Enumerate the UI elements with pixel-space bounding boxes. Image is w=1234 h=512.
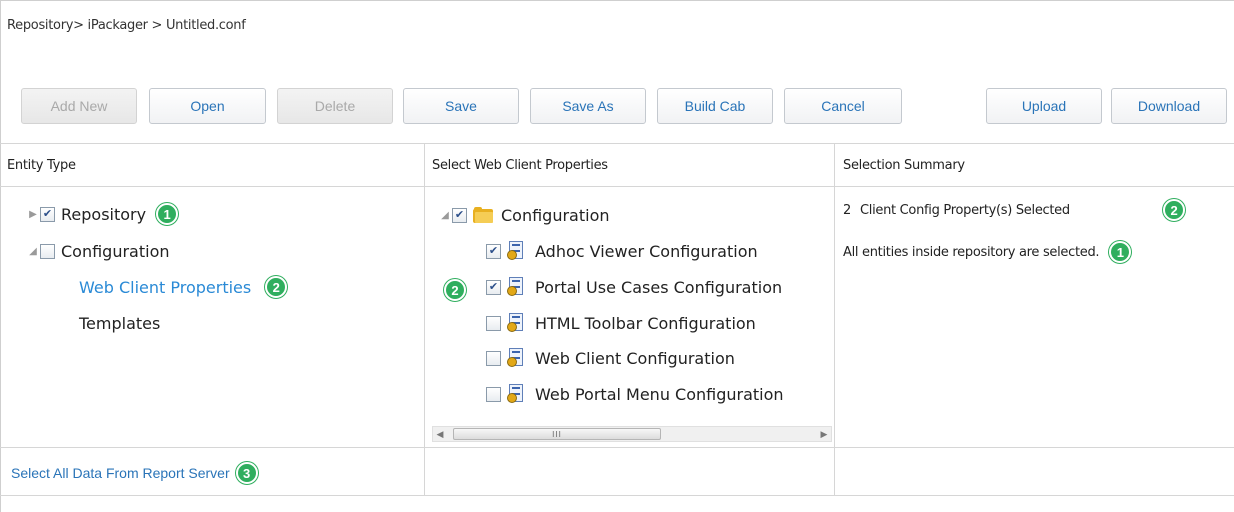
- property-label: Web Client Configuration: [535, 348, 735, 368]
- header-top-divider: [0, 143, 1234, 144]
- property-checkbox[interactable]: [486, 243, 501, 259]
- property-label: HTML Toolbar Configuration: [535, 313, 756, 333]
- properties-root-configuration[interactable]: ◢ Configuration: [438, 203, 610, 227]
- summary-repository-text: All entities inside repository are selec…: [843, 244, 1100, 260]
- folder-icon: [473, 207, 493, 223]
- property-label: Web Portal Menu Configuration: [535, 384, 784, 404]
- property-checkbox[interactable]: [486, 386, 501, 402]
- delete-button[interactable]: Delete: [277, 88, 393, 124]
- callout-badge: 1: [1109, 241, 1132, 263]
- config-file-icon: [507, 277, 525, 297]
- configuration-label: Configuration: [61, 241, 170, 261]
- config-file-icon: [507, 384, 525, 404]
- callout-badge: 2: [444, 279, 466, 301]
- footer-top-divider: [0, 447, 1234, 448]
- property-item[interactable]: Adhoc Viewer Configuration: [486, 239, 758, 263]
- select-all-data-link[interactable]: Select All Data From Report Server 3: [11, 462, 258, 484]
- tree-item-repository[interactable]: ▶ Repository 1: [26, 202, 179, 226]
- property-item[interactable]: Web Client Configuration: [486, 346, 735, 370]
- callout-badge: 2: [1163, 199, 1185, 221]
- breadcrumb: Repository> iPackager > Untitled.conf: [7, 18, 246, 33]
- configuration-checkbox[interactable]: [40, 243, 55, 259]
- collapse-arrow-icon[interactable]: ◢: [26, 246, 40, 257]
- frame-left-border: [0, 0, 1, 512]
- repository-checkbox[interactable]: [40, 206, 55, 222]
- entity-type-header: Entity Type: [7, 158, 76, 173]
- property-item[interactable]: Portal Use Cases Configuration: [486, 275, 782, 299]
- scroll-left-icon[interactable]: ◀: [433, 427, 447, 441]
- property-label: Adhoc Viewer Configuration: [535, 241, 758, 261]
- property-checkbox[interactable]: [486, 279, 501, 295]
- expand-arrow-icon[interactable]: ▶: [26, 209, 40, 220]
- web-client-properties-header: Select Web Client Properties: [432, 158, 608, 173]
- horizontal-scrollbar[interactable]: ◀ III ▶: [432, 426, 832, 442]
- column-divider-1: [424, 143, 425, 495]
- open-button[interactable]: Open: [149, 88, 266, 124]
- cancel-button[interactable]: Cancel: [784, 88, 902, 124]
- save-button[interactable]: Save: [403, 88, 519, 124]
- config-file-icon: [507, 313, 525, 333]
- save-as-button[interactable]: Save As: [530, 88, 646, 124]
- add-new-button[interactable]: Add New: [21, 88, 137, 124]
- download-button[interactable]: Download: [1111, 88, 1227, 124]
- tree-item-templates[interactable]: Templates: [79, 311, 160, 335]
- select-all-data-label[interactable]: Select All Data From Report Server: [11, 465, 230, 481]
- scrollbar-thumb[interactable]: III: [453, 428, 661, 440]
- config-file-icon: [507, 348, 525, 368]
- callout-badge: 1: [156, 203, 179, 225]
- property-checkbox[interactable]: [486, 315, 501, 331]
- templates-label: Templates: [79, 313, 161, 333]
- scroll-right-icon[interactable]: ▶: [817, 427, 831, 441]
- web-client-properties-link[interactable]: Web Client Properties: [79, 278, 251, 297]
- property-label: Portal Use Cases Configuration: [535, 277, 783, 297]
- summary-properties-selected: 2 Client Config Property(s) Selected 2: [843, 199, 1185, 221]
- property-item[interactable]: Web Portal Menu Configuration: [486, 382, 784, 406]
- repository-label: Repository: [61, 204, 147, 224]
- frame-top-border: [0, 0, 1234, 1]
- tree-item-web-client-properties[interactable]: Web Client Properties 2: [79, 275, 288, 299]
- collapse-arrow-icon[interactable]: ◢: [438, 210, 452, 221]
- property-item[interactable]: HTML Toolbar Configuration: [486, 311, 756, 335]
- header-bottom-divider: [0, 186, 1234, 187]
- build-cab-button[interactable]: Build Cab: [657, 88, 773, 124]
- footer-bottom-divider: [0, 495, 1234, 496]
- summary-count: 2: [843, 203, 851, 218]
- configuration-root-checkbox[interactable]: [452, 207, 467, 223]
- property-checkbox[interactable]: [486, 350, 501, 366]
- summary-count-text: Client Config Property(s) Selected: [859, 203, 1070, 218]
- summary-repository-selected: All entities inside repository are selec…: [843, 241, 1132, 263]
- callout-badge: 3: [235, 462, 258, 484]
- column-divider-2: [834, 143, 835, 495]
- callout-badge: 2: [265, 276, 288, 298]
- tree-item-configuration[interactable]: ◢ Configuration: [26, 239, 170, 263]
- config-file-icon: [507, 241, 525, 261]
- configuration-root-label: Configuration: [501, 205, 610, 225]
- upload-button[interactable]: Upload: [986, 88, 1102, 124]
- selection-summary-header: Selection Summary: [843, 158, 965, 173]
